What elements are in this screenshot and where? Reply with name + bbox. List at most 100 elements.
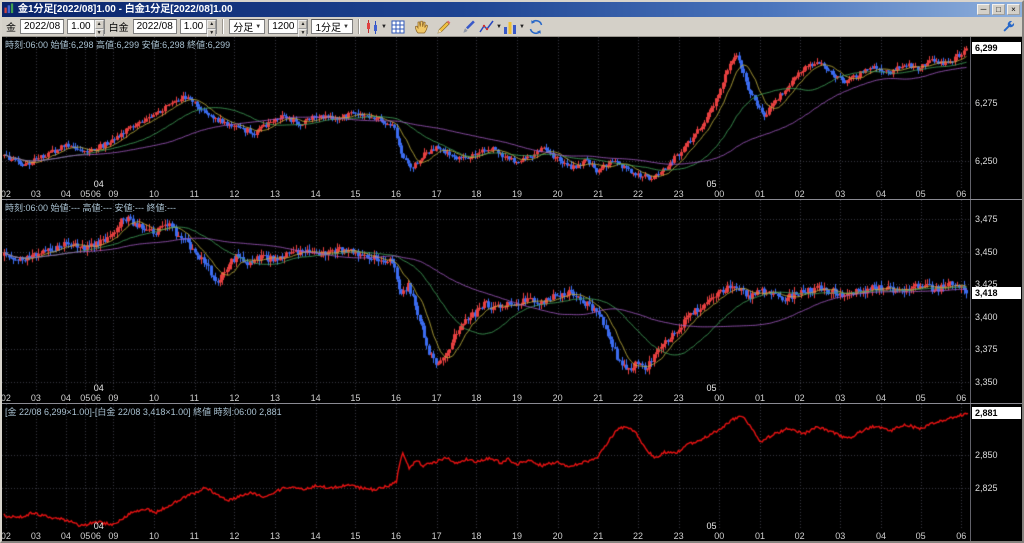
close-button[interactable]: × [1007,4,1020,15]
time-label: 16 [391,393,401,403]
time-label: 06 [956,393,966,403]
bars-count-arrows[interactable]: ▲▼ [297,20,307,33]
chevron-down-icon: ▼ [255,24,261,30]
platinum-time-axis: 0203040506091011121314151617181920212223… [2,392,970,403]
price-tick-label: 3,375 [975,344,998,354]
spin-up-icon[interactable]: ▲ [298,20,307,29]
time-label: 18 [471,531,481,541]
time-label: 04 [876,531,886,541]
time-label: 02 [2,531,11,541]
time-label: 17 [432,531,442,541]
spin-down-icon[interactable]: ▼ [298,29,307,38]
brush-tool-button[interactable] [457,18,478,35]
toolbar: 金 2022/08 1.00 ▲▼ 白金 2022/08 1.00 ▲▼ 分足▼… [2,17,1022,37]
spin-up-icon[interactable]: ▲ [95,20,104,29]
pencil-tool-button[interactable] [434,18,455,35]
time-label: 06 [956,189,966,199]
wrench-icon [1001,19,1016,34]
platinum-contract-select[interactable]: 2022/08 [133,19,177,34]
chart-panels: 時刻:06:00 始値:6,298 高値:6,299 安値:6,298 終値:6… [2,37,1022,541]
time-label: 04 [61,189,71,199]
gold-ohlc-info: 時刻:06:00 始値:6,298 高値:6,299 安値:6,298 終値:6… [5,38,230,51]
hand-tool-button[interactable] [411,18,432,35]
time-label: 17 [432,189,442,199]
spin-down-icon[interactable]: ▼ [207,29,216,38]
platinum-multiplier-spinner[interactable]: 1.00 ▲▼ [180,19,217,34]
minimize-button[interactable]: － [977,4,990,15]
indicator-line-button[interactable]: ▼ [480,18,501,35]
gold-contract-select[interactable]: 2022/08 [20,19,64,34]
platinum-multiplier-arrows[interactable]: ▲▼ [206,20,216,33]
indicator-bar-button[interactable]: ▼ [503,18,524,35]
time-label: 12 [229,531,239,541]
platinum-chart-canvas[interactable] [2,200,970,403]
bars-count-value: 1200 [269,20,297,33]
spin-up-icon[interactable]: ▲ [207,20,216,29]
period-value: 分足 [233,19,253,34]
chevron-down-icon: ▼ [381,24,387,30]
refresh-icon [528,19,544,35]
time-label: 19 [512,393,522,403]
brush-icon [459,19,475,35]
time-label: 15 [350,393,360,403]
platinum-contract-value: 2022/08 [137,21,173,32]
gold-chart-canvas[interactable] [2,37,970,199]
time-label: 17 [432,393,442,403]
time-label: 04 [61,531,71,541]
time-label: 13 [270,393,280,403]
time-label: 03 [31,531,41,541]
platinum-chart-panel: 時刻:06:00 始値:--- 高値:--- 安値:--- 終値:--- 3,4… [2,199,1022,403]
price-tick-label: 2,825 [975,483,998,493]
time-label: 01 [755,189,765,199]
time-label: 14 [311,531,321,541]
time-label: 04 [61,393,71,403]
refresh-button[interactable] [526,18,547,35]
time-label: 19 [512,531,522,541]
time-label: 02 [795,393,805,403]
time-label: 16 [391,189,401,199]
pencil-icon [436,19,452,35]
time-label: 06 [91,531,101,541]
interval-select[interactable]: 1分足▼ [311,19,353,34]
platinum-price-axis: 3,418 3,4753,4503,4253,4003,3753,350 [970,200,1022,403]
time-label: 06 [91,393,101,403]
settings-button[interactable] [998,18,1019,35]
price-tick-label: 2,850 [975,450,998,460]
spread-last-price-badge: 2,881 [972,407,1021,419]
time-label: 09 [108,189,118,199]
date-label: 05 [707,383,717,393]
gold-multiplier-spinner[interactable]: 1.00 ▲▼ [67,19,104,34]
price-tick-label: 3,475 [975,214,998,224]
time-label: 23 [674,189,684,199]
time-label: 15 [350,531,360,541]
spread-chart-canvas[interactable] [2,404,970,541]
gold-price-axis: 6,299 6,2756,250 [970,37,1022,199]
time-label: 06 [956,531,966,541]
time-label: 05 [80,531,90,541]
time-label: 14 [311,393,321,403]
toolbar-separator [222,19,224,34]
time-label: 05 [916,393,926,403]
time-label: 06 [91,189,101,199]
gold-multiplier-arrows[interactable]: ▲▼ [94,20,104,33]
chart-type-button[interactable]: ▼ [365,18,386,35]
time-label: 05 [80,189,90,199]
time-label: 02 [795,531,805,541]
tool-button-group: ▼ ▼ ▼ [365,18,547,35]
period-select[interactable]: 分足▼ [229,19,265,34]
title-bar[interactable]: 金1分足[2022/08]1.00 - 白金1分足[2022/08]1.00 －… [2,2,1022,17]
chevron-down-icon: ▼ [519,24,525,30]
grid-button[interactable] [388,18,409,35]
spin-down-icon[interactable]: ▼ [95,29,104,38]
price-tick-label: 3,400 [975,312,998,322]
time-label: 20 [553,189,563,199]
time-label: 03 [31,189,41,199]
date-label: 05 [707,179,717,189]
time-label: 21 [593,531,603,541]
time-label: 01 [755,393,765,403]
gold-last-price-badge: 6,299 [972,42,1021,54]
maximize-button[interactable]: □ [992,4,1005,15]
time-label: 11 [190,393,199,403]
bars-count-spinner[interactable]: 1200 ▲▼ [268,19,308,34]
time-label: 20 [553,393,563,403]
